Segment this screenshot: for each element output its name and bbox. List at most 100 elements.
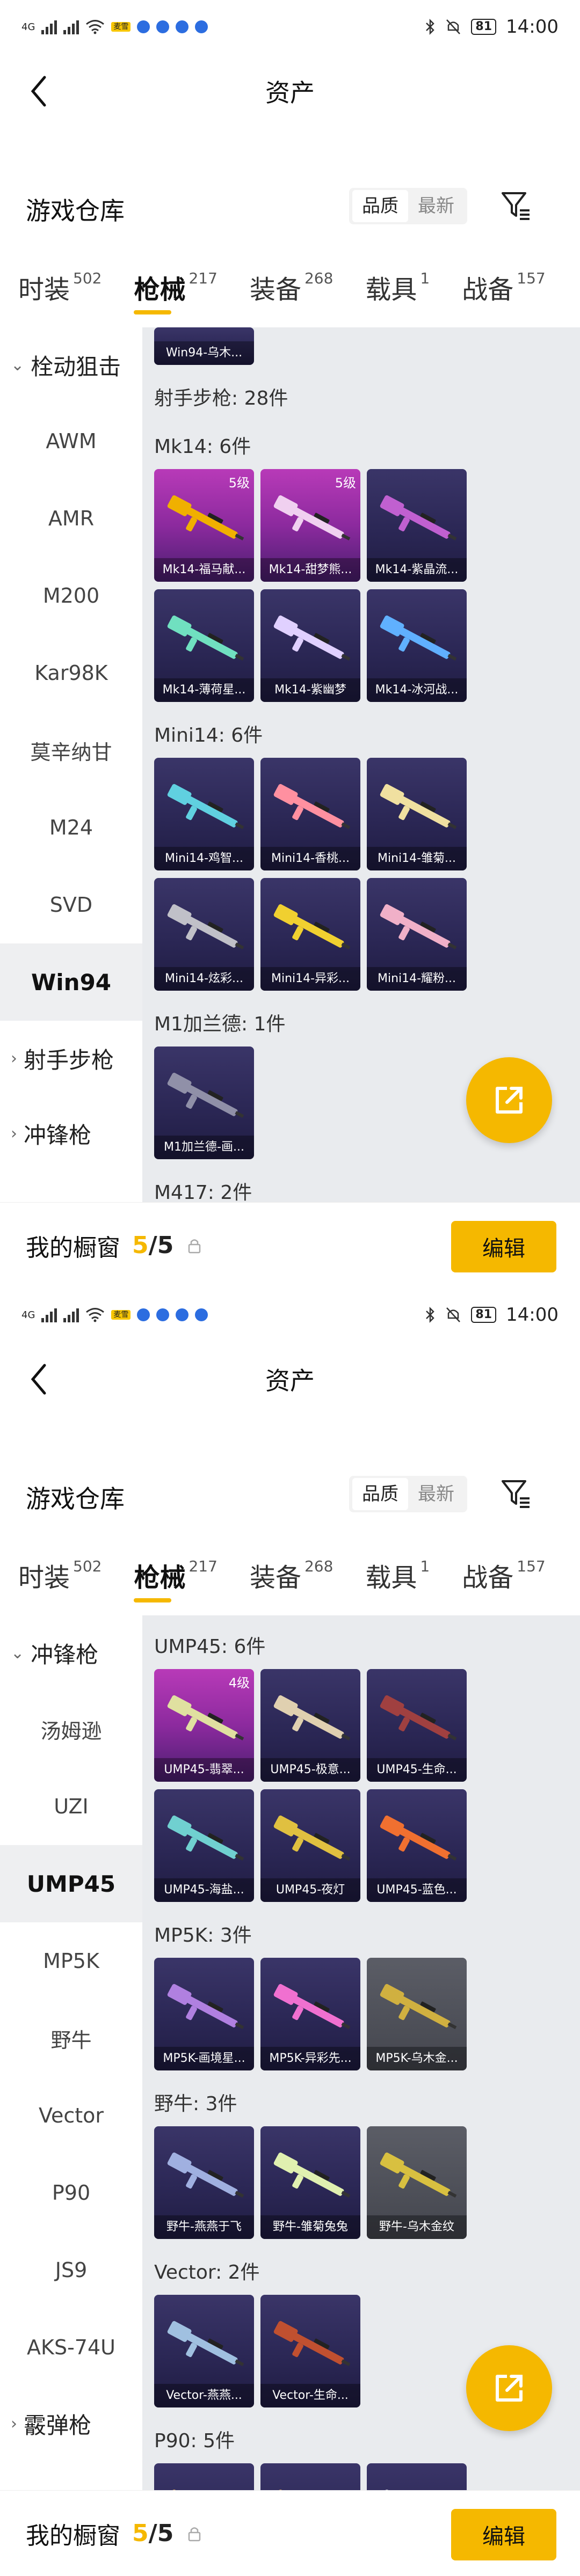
nav-item[interactable]: Vector: [0, 2077, 142, 2154]
nav-item[interactable]: UMP45: [0, 1845, 142, 1922]
skin-card[interactable]: UMP45-海盐...: [154, 1789, 254, 1902]
nav-category-label: 冲锋枪: [31, 1641, 99, 1668]
nav-item[interactable]: 汤姆逊: [0, 1690, 142, 1768]
nav-item[interactable]: MP5K: [0, 1922, 142, 2000]
tab-vehicles[interactable]: 载具 1: [365, 1556, 430, 1594]
skin-card[interactable]: MP5K-画境星...: [154, 1958, 254, 2070]
filter-button[interactable]: [494, 1472, 537, 1514]
edit-button[interactable]: 编辑: [451, 1221, 556, 1272]
skin-card[interactable]: Win94-乌木...: [154, 327, 254, 365]
tab-count: 217: [189, 269, 218, 287]
nav-item[interactable]: Kar98K: [0, 634, 142, 712]
skin-card[interactable]: Vector-燕燕...: [154, 2295, 254, 2407]
skin-name: MP5K-画境星...: [154, 2047, 254, 2070]
tab-supplies[interactable]: 战备 157: [462, 268, 545, 306]
edit-button[interactable]: 编辑: [451, 2509, 556, 2560]
warehouse-row: 游戏仓库 品质 最新: [0, 172, 580, 247]
skin-card[interactable]: UMP45-生命...: [367, 1669, 467, 1782]
skin-card[interactable]: 5级 Mk14-福马献...: [154, 469, 254, 582]
back-button[interactable]: [20, 70, 58, 113]
sort-quality-button[interactable]: 品质: [352, 190, 408, 222]
skin-name: Mini14-炫彩...: [154, 967, 254, 991]
skin-card[interactable]: Mini14-香桃...: [260, 758, 360, 870]
nav-category-collapsed[interactable]: › 冲锋枪: [0, 1096, 142, 1171]
tab-vehicles[interactable]: 载具 1: [365, 268, 430, 306]
skin-card[interactable]: [367, 2463, 467, 2490]
skin-card[interactable]: MP5K-乌木金...: [367, 1958, 467, 2070]
skin-card[interactable]: 4级 UMP45-翡翠...: [154, 1669, 254, 1782]
filter-button[interactable]: [494, 184, 537, 226]
skin-name: UMP45-夜灯: [260, 1878, 360, 1902]
back-button[interactable]: [20, 1358, 58, 1401]
nav-item[interactable]: M200: [0, 557, 142, 634]
skin-name: Mini14-异彩...: [260, 967, 360, 991]
sort-latest-button[interactable]: 最新: [408, 1478, 464, 1510]
nav-item[interactable]: M24: [0, 789, 142, 866]
nav-item[interactable]: AKS-74U: [0, 2309, 142, 2386]
nav-category-collapsed[interactable]: › 射手步枪: [0, 1021, 142, 1096]
tab-guns[interactable]: 枪械 217: [134, 268, 218, 314]
skin-card[interactable]: UMP45-极意...: [260, 1669, 360, 1782]
skin-card[interactable]: Mk14-冰河战...: [367, 589, 467, 702]
skin-card[interactable]: MP5K-异彩先...: [260, 1958, 360, 2070]
category-tabs: 时装 502 枪械 217 装备 268 载具 1 战备 157: [0, 1540, 580, 1610]
skin-card[interactable]: 野牛-燕燕于飞: [154, 2126, 254, 2239]
skin-card[interactable]: Mk14-薄荷星...: [154, 589, 254, 702]
nav-item[interactable]: SVD: [0, 866, 142, 943]
tab-fashion[interactable]: 时装 502: [18, 1556, 102, 1594]
skin-card[interactable]: 野牛-乌木金纹: [367, 2126, 467, 2239]
weapon-group-label: Vector: 2件: [154, 2262, 260, 2284]
skin-card[interactable]: [154, 2463, 254, 2490]
weapon-group-label: Mk14: 6件: [154, 436, 251, 458]
sort-quality-button[interactable]: 品质: [352, 1478, 408, 1510]
wifi-icon: [86, 1308, 105, 1322]
lock-icon: [189, 2527, 201, 2541]
skin-card[interactable]: Vector-生命...: [260, 2295, 360, 2407]
nav-item[interactable]: Win94: [0, 943, 142, 1021]
nav-item[interactable]: JS9: [0, 2231, 142, 2309]
skin-card[interactable]: Mini14-雏菊...: [367, 758, 467, 870]
skin-card[interactable]: Mk14-紫幽梦: [260, 589, 360, 702]
chevron-left-icon: [31, 76, 46, 107]
sort-latest-button[interactable]: 最新: [408, 190, 464, 222]
gun-icon: [380, 1695, 457, 1741]
skin-card[interactable]: Mk14-紫晶流...: [367, 469, 467, 582]
nav-category-collapsed[interactable]: › 霰弹枪: [0, 2386, 142, 2461]
skin-card[interactable]: Mini14-鸡智...: [154, 758, 254, 870]
tab-equipment[interactable]: 装备 268: [250, 268, 333, 306]
nav-item[interactable]: 野牛: [0, 2000, 142, 2077]
tab-label: 时装: [18, 1563, 70, 1593]
skin-card[interactable]: Mini14-耀粉...: [367, 878, 467, 991]
tab-supplies[interactable]: 战备 157: [462, 1556, 545, 1594]
chevron-left-icon: [31, 1364, 46, 1395]
nav-category-expanded[interactable]: ⌄ 冲锋枪: [0, 1615, 142, 1690]
nav-item[interactable]: AWM: [0, 402, 142, 480]
share-fab[interactable]: [466, 2345, 552, 2431]
skin-name: MP5K-乌木金...: [367, 2047, 467, 2070]
skin-card[interactable]: [260, 2463, 360, 2490]
skin-card[interactable]: 5级 Mk14-甜梦熊...: [260, 469, 360, 582]
skin-name: UMP45-海盐...: [154, 1878, 254, 1902]
share-fab[interactable]: [466, 1057, 552, 1143]
nav-item[interactable]: UZI: [0, 1768, 142, 1845]
nav-item[interactable]: P90: [0, 2154, 142, 2231]
chevron-right-icon: ›: [11, 2414, 17, 2433]
nav-item[interactable]: 莫辛纳甘: [0, 712, 142, 789]
skin-card[interactable]: Mini14-炫彩...: [154, 878, 254, 991]
skin-card[interactable]: 野牛-雏菊兔兔: [260, 2126, 360, 2239]
skin-card[interactable]: UMP45-蓝色...: [367, 1789, 467, 1902]
tab-guns[interactable]: 枪械 217: [134, 1556, 218, 1602]
battery-icon: 81: [471, 19, 497, 35]
gun-icon: [273, 2321, 351, 2367]
skin-name: M1加兰德-画...: [154, 1136, 254, 1159]
skin-card[interactable]: M1加兰德-画...: [154, 1046, 254, 1159]
tab-equipment[interactable]: 装备 268: [250, 1556, 333, 1594]
signal-icon: [41, 19, 57, 34]
skin-card[interactable]: Mini14-异彩...: [260, 878, 360, 991]
skin-card[interactable]: UMP45-夜灯: [260, 1789, 360, 1902]
nav-item[interactable]: AMR: [0, 480, 142, 557]
tab-label: 枪械: [134, 275, 186, 305]
warehouse-title: 游戏仓库: [26, 196, 125, 225]
nav-category-expanded[interactable]: ⌄ 栓动狙击: [0, 327, 142, 402]
tab-fashion[interactable]: 时装 502: [18, 268, 102, 306]
